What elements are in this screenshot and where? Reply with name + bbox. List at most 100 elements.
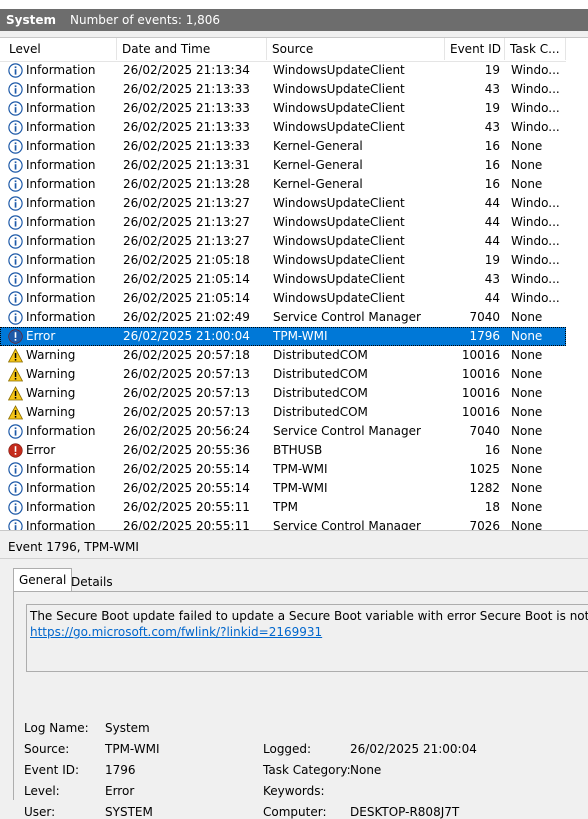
info-icon <box>8 215 23 230</box>
table-row[interactable]: Information 26/02/2025 20:55:14 TPM-WMI 128… <box>0 479 566 498</box>
cell-event-id: 10016 <box>461 348 500 362</box>
column-header-row: Level Date and Time Source Event ID Task… <box>0 38 588 62</box>
cell-date: 26/02/2025 20:55:14 <box>123 481 250 495</box>
table-row[interactable]: Warning 26/02/2025 20:57:18 DistributedCOM… <box>0 346 566 365</box>
cell-date: 26/02/2025 20:55:14 <box>123 462 250 476</box>
cell-date: 26/02/2025 21:05:14 <box>123 291 250 305</box>
table-row[interactable]: Information 26/02/2025 21:13:27 WindowsUpd… <box>0 194 566 213</box>
cell-date: 26/02/2025 21:13:27 <box>123 234 250 248</box>
cell-level: Error <box>26 443 56 457</box>
info-icon <box>8 177 23 192</box>
cell-level: Information <box>26 310 96 324</box>
cell-source: DistributedCOM <box>273 405 368 419</box>
event-detail-title: Event 1796, TPM-WMI <box>8 540 139 554</box>
cell-event-id: 16 <box>484 139 500 153</box>
column-header-task[interactable]: Task C... <box>505 38 566 60</box>
cell-date: 26/02/2025 21:00:04 <box>123 329 250 343</box>
table-row[interactable]: Information 26/02/2025 21:13:28 Kernel-Gen… <box>0 175 566 194</box>
cell-source: WindowsUpdateClient <box>273 272 405 286</box>
tab-details[interactable]: Details <box>65 570 119 592</box>
cell-date: 26/02/2025 20:55:11 <box>123 500 250 514</box>
cell-source: Kernel-General <box>273 158 363 172</box>
cell-event-id: 1796 <box>469 329 500 343</box>
table-row[interactable]: Information 26/02/2025 20:55:11 TPM 18 None <box>0 498 566 517</box>
cell-date: 26/02/2025 20:56:24 <box>123 424 250 438</box>
table-row[interactable]: Information 26/02/2025 21:13:34 WindowsUpd… <box>0 61 566 80</box>
column-header-source[interactable]: Source <box>267 38 445 60</box>
table-row[interactable]: Information 26/02/2025 21:13:33 WindowsUpd… <box>0 118 566 137</box>
tab-general[interactable]: General <box>13 568 73 592</box>
event-count-label: Number of events: 1,806 <box>70 13 221 27</box>
cell-source: DistributedCOM <box>273 386 368 400</box>
cell-source: WindowsUpdateClient <box>273 120 405 134</box>
warning-icon <box>8 405 23 420</box>
cell-date: 26/02/2025 20:55:11 <box>123 519 250 530</box>
info-icon <box>8 272 23 287</box>
info-icon <box>8 139 23 154</box>
cell-date: 26/02/2025 20:57:18 <box>123 348 250 362</box>
cell-source: WindowsUpdateClient <box>273 63 405 77</box>
cell-date: 26/02/2025 20:57:13 <box>123 405 250 419</box>
cell-level: Information <box>26 500 96 514</box>
table-row[interactable]: Information 26/02/2025 21:13:31 Kernel-Gen… <box>0 156 566 175</box>
table-row[interactable]: Information 26/02/2025 20:55:11 Service Co… <box>0 517 566 530</box>
table-row[interactable]: Information 26/02/2025 21:13:33 WindowsUpd… <box>0 80 566 99</box>
table-row[interactable]: Warning 26/02/2025 20:57:13 DistributedCOM… <box>0 365 566 384</box>
cell-source: Kernel-General <box>273 177 363 191</box>
cell-task: Windo... <box>511 196 560 210</box>
cell-source: TPM-WMI <box>273 481 328 495</box>
level-value: Error <box>105 784 135 798</box>
event-list[interactable]: Level Date and Time Source Event ID Task… <box>0 37 588 530</box>
log-header-bar: System Number of events: 1,806 <box>0 9 588 31</box>
cell-source: WindowsUpdateClient <box>273 253 405 267</box>
cell-event-id: 19 <box>484 253 500 267</box>
cell-event-id: 7040 <box>469 310 500 324</box>
cell-date: 26/02/2025 21:13:27 <box>123 215 250 229</box>
cell-event-id: 16 <box>484 177 500 191</box>
error-icon <box>8 329 23 344</box>
table-row[interactable]: Information 26/02/2025 21:05:14 WindowsUpd… <box>0 289 566 308</box>
cell-date: 26/02/2025 21:02:49 <box>123 310 250 324</box>
cell-source: Service Control Manager <box>273 424 421 438</box>
warning-icon <box>8 386 23 401</box>
cell-task: None <box>511 386 543 400</box>
table-row[interactable]: Information 26/02/2025 21:02:49 Service Co… <box>0 308 566 327</box>
source-value: TPM-WMI <box>105 742 160 756</box>
event-description-box[interactable]: The Secure Boot update failed to update … <box>26 604 588 672</box>
cell-task: None <box>511 158 543 172</box>
table-row[interactable]: Information 26/02/2025 21:05:14 WindowsUpd… <box>0 270 566 289</box>
cell-task: Windo... <box>511 120 560 134</box>
cell-event-id: 43 <box>484 82 500 96</box>
table-row[interactable]: Information 26/02/2025 21:13:33 WindowsUpd… <box>0 99 566 118</box>
pane-splitter[interactable] <box>0 530 588 537</box>
help-link[interactable]: https://go.microsoft.com/fwlink/?linkid=… <box>30 625 322 639</box>
event-id-field-label: Event ID: <box>24 763 80 777</box>
table-row[interactable]: Information 26/02/2025 21:13:27 WindowsUpd… <box>0 232 566 251</box>
log-name-field-label: Log Name: <box>24 721 89 735</box>
cell-level: Information <box>26 120 96 134</box>
table-row[interactable]: Warning 26/02/2025 20:57:13 DistributedCOM… <box>0 403 566 422</box>
table-row[interactable]: Information 26/02/2025 21:13:27 WindowsUpd… <box>0 213 566 232</box>
cell-date: 26/02/2025 20:57:13 <box>123 367 250 381</box>
table-row[interactable]: Information 26/02/2025 21:13:33 Kernel-Gen… <box>0 137 566 156</box>
table-row[interactable]: Information 26/02/2025 20:56:24 Service Co… <box>0 422 566 441</box>
cell-event-id: 16 <box>484 443 500 457</box>
table-row[interactable]: Information 26/02/2025 20:55:14 TPM-WMI 102… <box>0 460 566 479</box>
task-category-value: None <box>350 763 382 777</box>
cell-level: Information <box>26 63 96 77</box>
cell-task: Windo... <box>511 234 560 248</box>
cell-task: Windo... <box>511 291 560 305</box>
table-row-selected[interactable]: Error 26/02/2025 21:00:04 TPM-WMI 1796 None <box>0 327 566 346</box>
cell-task: Windo... <box>511 63 560 77</box>
column-header-event-id[interactable]: Event ID <box>445 38 505 60</box>
cell-task: None <box>511 348 543 362</box>
cell-task: None <box>511 519 543 530</box>
table-row[interactable]: Error 26/02/2025 20:55:36 BTHUSB 16 None <box>0 441 566 460</box>
cell-date: 26/02/2025 21:13:34 <box>123 63 250 77</box>
table-row[interactable]: Warning 26/02/2025 20:57:13 DistributedCOM… <box>0 384 566 403</box>
column-header-level[interactable]: Level <box>4 38 117 60</box>
column-header-date[interactable]: Date and Time <box>117 38 267 60</box>
table-row[interactable]: Information 26/02/2025 21:05:18 WindowsUpd… <box>0 251 566 270</box>
cell-task: None <box>511 481 543 495</box>
cell-source: BTHUSB <box>273 443 323 457</box>
